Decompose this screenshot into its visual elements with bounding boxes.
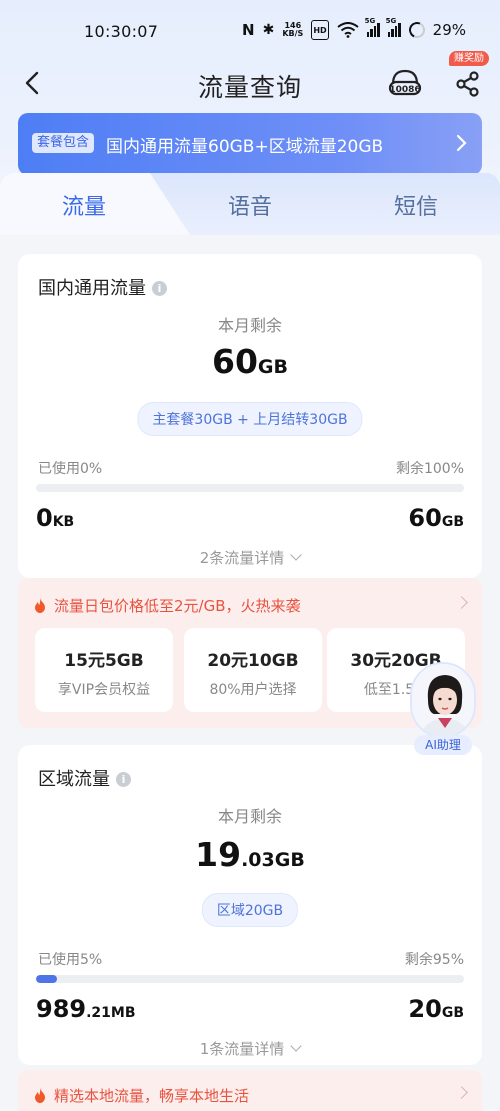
used-decimal: .21 bbox=[86, 1005, 111, 1021]
used-unit: MB bbox=[110, 1005, 136, 1021]
total-unit: GB bbox=[441, 1005, 464, 1021]
total-amount: 60GB bbox=[408, 504, 464, 532]
data-details-link[interactable]: 1条流量详情 bbox=[18, 1038, 482, 1059]
wifi-icon bbox=[337, 20, 359, 40]
tab-voice[interactable]: 语音 bbox=[228, 189, 272, 221]
remaining-amount: 19.03GB bbox=[18, 835, 482, 874]
customer-service-icon[interactable]: 10086 bbox=[388, 68, 422, 98]
chevron-right-icon bbox=[456, 134, 467, 152]
used-percent: 已使用0% bbox=[38, 461, 103, 477]
remaining-percent: 剩余95% bbox=[404, 952, 464, 968]
tab-bar: 流量 语音 短信 bbox=[0, 173, 500, 235]
battery-icon bbox=[406, 19, 427, 41]
share-icon[interactable] bbox=[454, 70, 482, 98]
remaining-label: 本月剩余 bbox=[217, 807, 282, 826]
fire-icon bbox=[35, 598, 45, 613]
remaining-unit: GB bbox=[274, 849, 305, 871]
fire-icon bbox=[35, 1088, 45, 1103]
regional-data-card: 区域流量 i 本月剩余 19.03GB 区域20GB 已使用5% 剩余95% 98… bbox=[18, 745, 482, 1065]
battery-level: 29% bbox=[432, 21, 466, 39]
speed-unit: KB/S bbox=[282, 29, 304, 38]
used-amount: 0KB bbox=[36, 504, 74, 532]
promo-headline[interactable]: 流量日包价格低至2元/GB，火热来袭 bbox=[34, 595, 301, 616]
card-title: 区域流量 i bbox=[38, 765, 131, 791]
chevron-down-icon bbox=[290, 1040, 302, 1052]
status-bar: 10:30:07 N ✱ 146 KB/S HD 5G 5G 29% bbox=[0, 0, 500, 60]
tab-data[interactable]: 流量 bbox=[62, 189, 106, 221]
info-icon[interactable]: i bbox=[152, 281, 167, 296]
signal-tag-2: 5G bbox=[385, 17, 397, 25]
quota-breakdown-pill: 区域20GB bbox=[201, 893, 299, 927]
quota-breakdown-pill: 主套餐30GB + 上月结转30GB bbox=[137, 402, 363, 436]
page-title: 流量查询 bbox=[197, 73, 302, 102]
used-percent: 已使用5% bbox=[38, 952, 103, 968]
card-title-text: 国内通用流量 bbox=[38, 278, 146, 299]
used-value: 0 bbox=[36, 504, 53, 532]
used-unit: KB bbox=[52, 514, 75, 530]
status-time: 10:30:07 bbox=[84, 22, 159, 41]
usage-progress-bar bbox=[36, 975, 464, 983]
chevron-down-icon bbox=[290, 549, 302, 561]
signal-icon-2: 5G bbox=[386, 17, 401, 37]
chevron-right-icon bbox=[455, 1086, 468, 1099]
package-option[interactable]: 20元10GB 80%用户选择 bbox=[184, 628, 322, 712]
usage-progress-fill bbox=[36, 975, 58, 983]
signal-tag-1: 5G bbox=[364, 17, 376, 25]
remaining-unit: GB bbox=[257, 356, 288, 378]
remaining-value: 60 bbox=[211, 342, 258, 381]
total-value: 60 bbox=[408, 504, 442, 532]
card-title: 国内通用流量 i bbox=[38, 274, 167, 300]
chevron-right-icon bbox=[455, 596, 468, 609]
package-banner[interactable]: 套餐包含 国内通用流量60GB+区域流量20GB bbox=[18, 113, 482, 175]
card-title-text: 区域流量 bbox=[38, 769, 110, 790]
package-tag: 套餐包含 bbox=[32, 133, 95, 153]
package-summary: 国内通用流量60GB+区域流量20GB bbox=[106, 137, 384, 157]
data-details-link[interactable]: 2条流量详情 bbox=[18, 547, 482, 568]
local-data-promo[interactable]: 精选本地流量，畅享本地生活 bbox=[18, 1070, 482, 1111]
nfc-icon: N bbox=[242, 21, 255, 39]
package-name: 20元10GB bbox=[207, 651, 299, 671]
network-speed: 146 KB/S bbox=[282, 20, 303, 40]
total-value: 20 bbox=[408, 995, 442, 1023]
info-icon[interactable]: i bbox=[116, 772, 131, 787]
signal-icon-1: 5G bbox=[365, 17, 380, 37]
package-desc: 80%用户选择 bbox=[209, 682, 297, 698]
remaining-decimal: .03 bbox=[241, 849, 275, 871]
bluetooth-icon: ✱ bbox=[262, 22, 275, 38]
promo-headline-text: 精选本地流量，畅享本地生活 bbox=[54, 1087, 250, 1105]
ai-assistant-button[interactable]: AI助理 bbox=[406, 662, 480, 756]
details-text: 1条流量详情 bbox=[199, 1040, 285, 1058]
remaining-amount: 60GB bbox=[18, 342, 482, 381]
earn-reward-badge[interactable]: 赚奖励 bbox=[449, 51, 489, 66]
used-value: 989 bbox=[36, 995, 87, 1023]
usage-progress-bar bbox=[36, 484, 464, 492]
domestic-data-card: 国内通用流量 i 本月剩余 60GB 主套餐30GB + 上月结转30GB 已使用… bbox=[18, 254, 482, 578]
total-amount: 20GB bbox=[408, 995, 464, 1023]
package-desc: 享VIP会员权益 bbox=[57, 682, 151, 698]
details-text: 2条流量详情 bbox=[199, 549, 285, 567]
remaining-value: 19 bbox=[195, 835, 242, 874]
ai-assistant-label: AI助理 bbox=[414, 735, 472, 755]
package-option[interactable]: 15元5GB 享VIP会员权益 bbox=[35, 628, 173, 712]
promo-headline: 精选本地流量，畅享本地生活 bbox=[34, 1085, 249, 1106]
svg-text:10086: 10086 bbox=[389, 85, 420, 95]
status-icons: N ✱ 146 KB/S HD 5G 5G 29% bbox=[242, 17, 466, 41]
tab-sms[interactable]: 短信 bbox=[394, 189, 438, 221]
ai-assistant-avatar bbox=[410, 662, 476, 738]
total-unit: GB bbox=[441, 514, 464, 530]
package-name: 15元5GB bbox=[64, 651, 144, 671]
remaining-label: 本月剩余 bbox=[217, 316, 282, 335]
nav-header: 流量查询 10086 赚奖励 bbox=[0, 51, 500, 108]
promo-headline-text: 流量日包价格低至2元/GB，火热来袭 bbox=[54, 597, 301, 615]
hd-icon: HD bbox=[311, 20, 329, 40]
remaining-percent: 剩余100% bbox=[395, 461, 464, 477]
used-amount: 989.21MB bbox=[36, 995, 136, 1023]
